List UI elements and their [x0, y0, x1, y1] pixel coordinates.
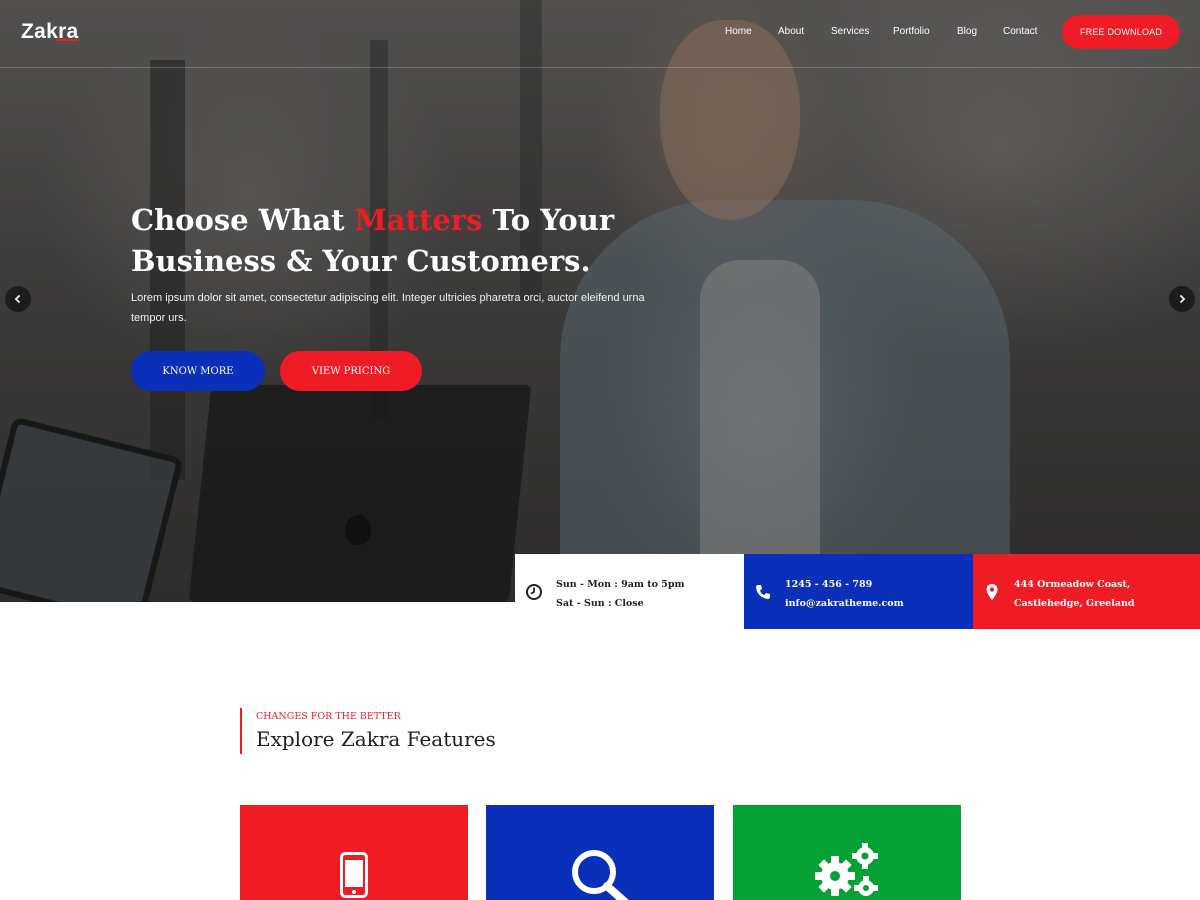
hero-title-accent: Matters: [354, 203, 483, 237]
hero-title: Choose What Matters To Your Business & Y…: [131, 200, 651, 282]
nav-about[interactable]: About: [778, 26, 804, 37]
section-accent-bar: [240, 708, 242, 754]
nav-portfolio[interactable]: Portfolio: [893, 26, 930, 37]
mobile-phone-icon: [340, 852, 368, 898]
chevron-left-icon: [14, 294, 21, 304]
view-pricing-button[interactable]: VIEW PRICING: [280, 351, 422, 391]
know-more-button[interactable]: KNOW MORE: [131, 351, 265, 391]
slider-prev-button[interactable]: [5, 286, 31, 312]
phone-icon: [756, 585, 770, 599]
free-download-button[interactable]: FREE DOWNLOAD: [1062, 15, 1180, 49]
address-line2: Castlehedge, Greeland: [1014, 598, 1135, 609]
info-hours: Sun - Mon : 9am to 5pm Sat - Sun : Close: [515, 554, 744, 629]
nav-contact[interactable]: Contact: [1003, 26, 1037, 37]
section-kicker: CHANGES FOR THE BETTER: [256, 711, 401, 722]
info-hours-text: Sun - Mon : 9am to 5pm Sat - Sun : Close: [556, 575, 685, 613]
slider-next-button[interactable]: [1169, 286, 1195, 312]
hours-weekend: Sat - Sun : Close: [556, 598, 644, 609]
chevron-right-icon: [1179, 294, 1186, 304]
hero-title-part1: Choose What: [131, 203, 355, 237]
nav-home[interactable]: Home: [725, 26, 752, 37]
nav-services[interactable]: Services: [831, 26, 869, 37]
hours-weekday: Sun - Mon : 9am to 5pm: [556, 579, 685, 590]
feature-card-settings[interactable]: [733, 805, 961, 900]
site-header: Zakra Home About Services Portfolio Blog…: [0, 0, 1200, 68]
gears-icon: [815, 843, 878, 896]
contact-email[interactable]: info@zakratheme.com: [785, 594, 904, 613]
feature-card-search[interactable]: [486, 805, 714, 900]
logo-accent-line: [56, 39, 78, 41]
map-pin-icon: [986, 584, 998, 600]
address-line1: 444 Ormeadow Coast,: [1014, 579, 1131, 590]
nav-blog[interactable]: Blog: [957, 26, 977, 37]
search-icon: [572, 850, 629, 900]
info-contact-text: 1245 - 456 - 789 info@zakratheme.com: [785, 575, 904, 613]
hero-description: Lorem ipsum dolor sit amet, consectetur …: [131, 292, 645, 324]
feature-card-mobile[interactable]: [240, 805, 468, 900]
info-contact: 1245 - 456 - 789 info@zakratheme.com: [744, 554, 973, 629]
contact-phone[interactable]: 1245 - 456 - 789: [785, 575, 904, 594]
info-address-text: 444 Ormeadow Coast, Castlehedge, Greelan…: [1014, 575, 1135, 613]
info-address: 444 Ormeadow Coast, Castlehedge, Greelan…: [973, 554, 1200, 629]
clock-icon: [526, 584, 542, 600]
section-title: Explore Zakra Features: [256, 727, 496, 751]
